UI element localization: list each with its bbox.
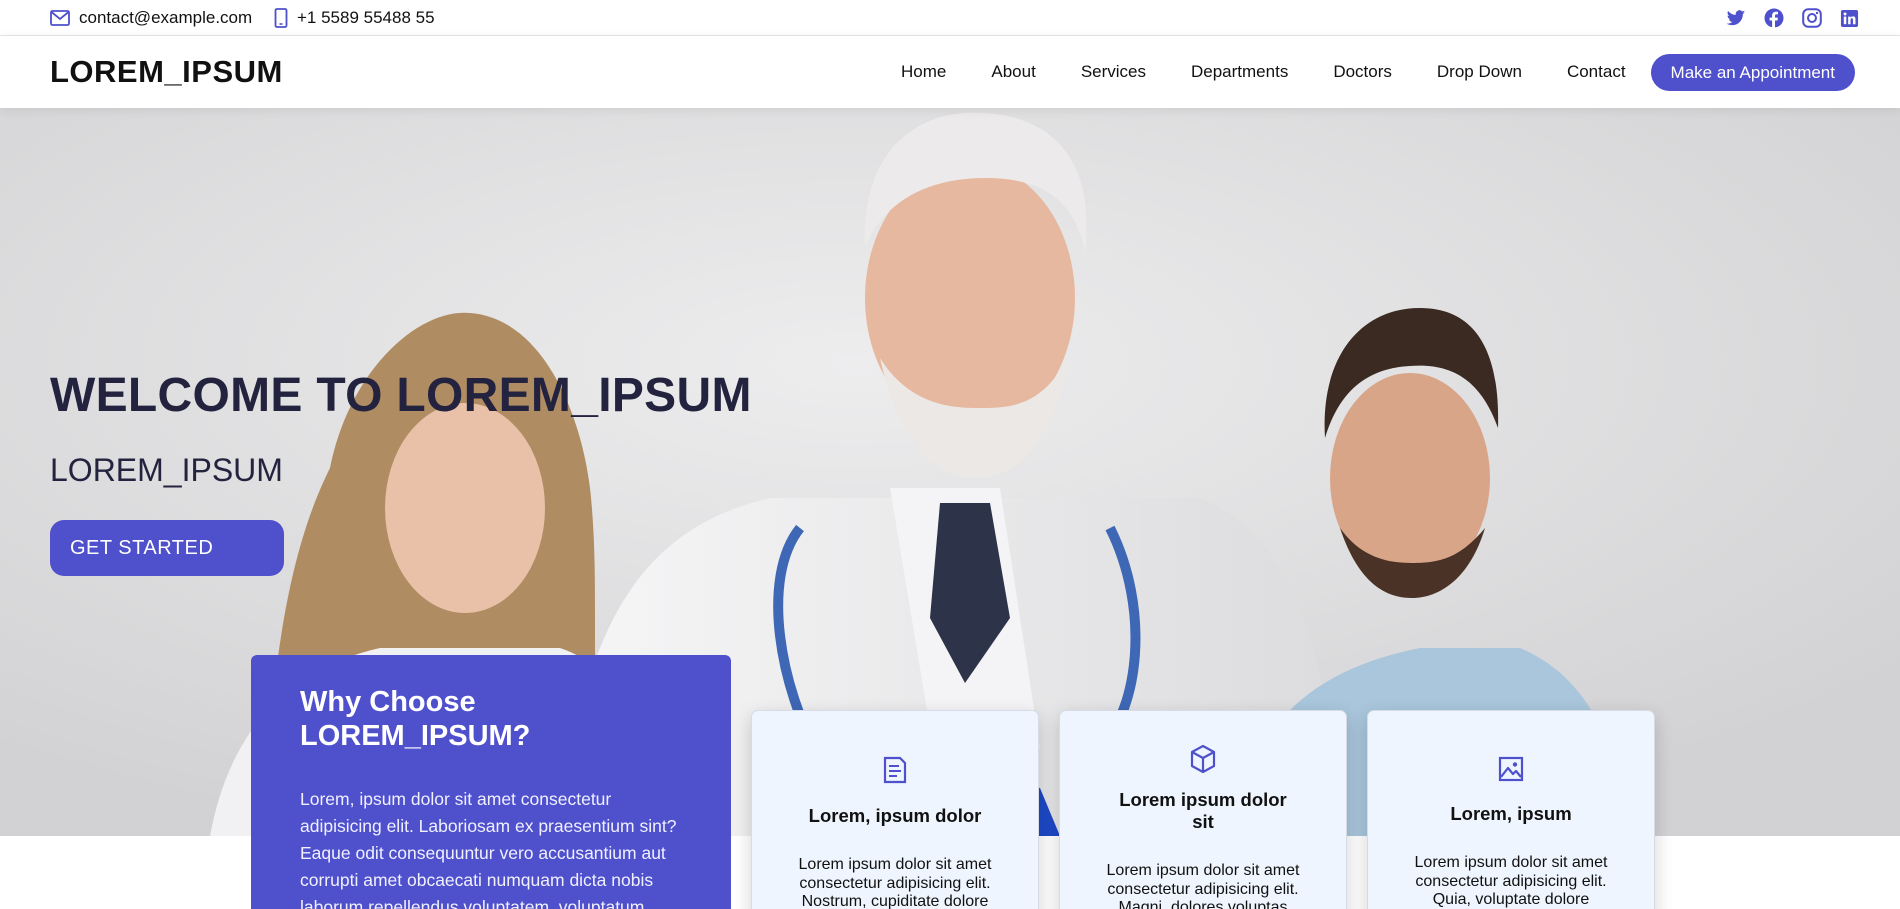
- feature-card-text: Lorem ipsum dolor sit amet consectetur a…: [1106, 862, 1300, 909]
- top-bar: contact@example.com +1 5589 55488 55: [0, 0, 1900, 36]
- why-choose-box: Why Choose LOREM_IPSUM? Lorem, ipsum dol…: [251, 655, 731, 909]
- cube-icon: [1190, 744, 1216, 774]
- nav-departments[interactable]: Departments: [1191, 62, 1288, 82]
- envelope-icon: [50, 10, 70, 26]
- contact-email-text: contact@example.com: [79, 8, 253, 27]
- nav-about[interactable]: About: [991, 62, 1035, 82]
- get-started-button[interactable]: GET STARTED: [50, 520, 284, 576]
- hero-subtitle: LOREM_IPSUM: [50, 452, 283, 488]
- social-links: [1725, 0, 1860, 36]
- nav-dropdown[interactable]: Drop Down: [1437, 62, 1522, 82]
- hero-title: WELCOME TO LOREM_IPSUM: [50, 369, 752, 422]
- instagram-icon[interactable]: [1801, 8, 1822, 29]
- contact-email[interactable]: contact@example.com: [50, 0, 252, 36]
- linkedin-icon[interactable]: [1839, 8, 1860, 29]
- feature-card-title: Lorem, ipsum dolor: [808, 805, 982, 826]
- nav-doctors[interactable]: Doctors: [1333, 62, 1392, 82]
- appointment-button[interactable]: Make an Appointment: [1650, 53, 1855, 91]
- feature-card: Lorem, ipsum Lorem ipsum dolor sit amet …: [1367, 710, 1655, 909]
- document-icon: [883, 756, 907, 784]
- why-choose-title: Why Choose LOREM_IPSUM?: [300, 686, 531, 752]
- why-choose-text: Lorem, ipsum dolor sit amet consectetur …: [300, 789, 677, 909]
- facebook-icon[interactable]: [1763, 8, 1784, 29]
- nav-services[interactable]: Services: [1081, 62, 1146, 82]
- image-icon: [1498, 756, 1524, 782]
- main-nav: Home About Services Departments Doctors …: [901, 36, 1855, 108]
- nav-home[interactable]: Home: [901, 62, 946, 82]
- twitter-icon[interactable]: [1725, 8, 1746, 29]
- phone-icon: [274, 8, 288, 28]
- site-header: LOREM_IPSUM Home About Services Departme…: [0, 36, 1900, 108]
- contact-phone[interactable]: +1 5589 55488 55: [274, 0, 435, 36]
- feature-card-title: Lorem ipsum dolor sit: [1119, 789, 1287, 832]
- feature-card: Lorem ipsum dolor sit Lorem ipsum dolor …: [1059, 710, 1347, 909]
- feature-card-text: Lorem ipsum dolor sit amet consectetur a…: [798, 856, 992, 909]
- contact-phone-text: +1 5589 55488 55: [297, 8, 435, 27]
- feature-card-text: Lorem ipsum dolor sit amet consectetur a…: [1414, 854, 1608, 908]
- feature-card-title: Lorem, ipsum: [1450, 803, 1572, 824]
- nav-contact[interactable]: Contact: [1567, 62, 1626, 82]
- feature-card: Lorem, ipsum dolor Lorem ipsum dolor sit…: [751, 710, 1039, 909]
- site-logo[interactable]: LOREM_IPSUM: [50, 36, 283, 108]
